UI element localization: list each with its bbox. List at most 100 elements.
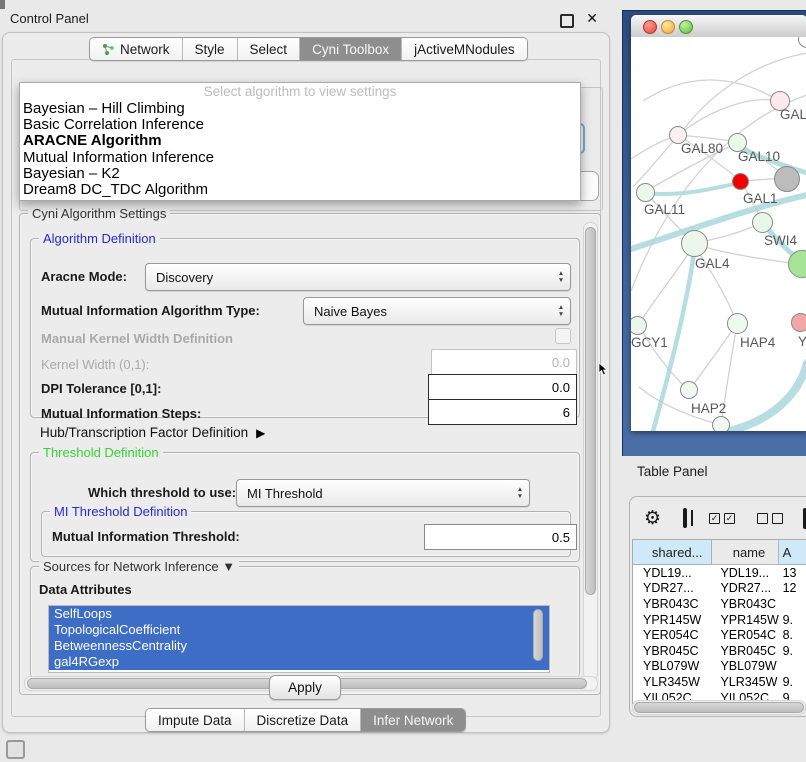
algorithm-definition-legend: Algorithm Definition bbox=[39, 231, 160, 246]
tab-style[interactable]: Style bbox=[183, 38, 238, 60]
apply-button[interactable]: Apply bbox=[269, 675, 341, 700]
network-node[interactable] bbox=[727, 313, 748, 334]
attribute-list-item[interactable]: BetweennessCentrality bbox=[49, 638, 549, 654]
zoom-traffic-light-icon[interactable] bbox=[679, 20, 693, 34]
aracne-mode-select[interactable]: Discovery ▲▼ bbox=[145, 263, 571, 291]
table-row[interactable]: YDR27... YDR27... 12 bbox=[633, 581, 806, 597]
network-window-titlebar[interactable] bbox=[631, 15, 806, 38]
network-node-label: Y bbox=[798, 334, 806, 349]
tab-infer-network[interactable]: Infer Network bbox=[361, 709, 465, 731]
network-node[interactable] bbox=[712, 416, 730, 431]
dropdown-item[interactable]: Mutual Information Inference bbox=[20, 150, 580, 166]
network-node[interactable] bbox=[636, 183, 655, 202]
data-attributes-list: SelfLoopsTopologicalCoefficientBetweenne… bbox=[48, 605, 550, 673]
settings-vertical-scrollbar[interactable] bbox=[583, 222, 598, 680]
threshold-definition-legend: Threshold Definition bbox=[39, 445, 163, 460]
table-row[interactable]: YDL19... YDL19... 13 bbox=[633, 565, 806, 581]
cell-name: YDR27... bbox=[712, 581, 778, 595]
bottom-tabs: Impute Data Discretize Data Infer Networ… bbox=[145, 708, 466, 732]
dropdown-item[interactable]: Dream8 DC_TDC Algorithm bbox=[20, 182, 580, 198]
tab-label: Select bbox=[250, 42, 288, 57]
network-tab-icon bbox=[102, 43, 115, 56]
control-panel-tabs: Network Style Select Cyni Toolbox jActiv… bbox=[89, 37, 528, 61]
dpi-tolerance-input[interactable]: 0.0 bbox=[428, 374, 577, 400]
table-rows: YDL19... YDL19... 13 YDR27... YDR27... 1… bbox=[633, 565, 806, 704]
mouse-cursor bbox=[598, 362, 610, 376]
kernel-width-input[interactable]: 0.0 bbox=[431, 349, 577, 375]
float-window-icon[interactable] bbox=[560, 14, 574, 28]
tab-discretize-data[interactable]: Discretize Data bbox=[245, 709, 362, 731]
network-node[interactable] bbox=[680, 381, 698, 399]
tab-label: Network bbox=[120, 42, 170, 57]
column-header-shared-name[interactable]: shared... bbox=[633, 540, 712, 565]
mi-threshold-input[interactable]: 0.5 bbox=[424, 524, 577, 550]
mi-steps-input[interactable]: 6 bbox=[428, 399, 577, 425]
table-row[interactable]: YBL079W YBL079W bbox=[633, 659, 806, 675]
table-row[interactable]: YPR145W YPR145W 9. bbox=[633, 612, 806, 628]
list-scrollbar[interactable] bbox=[532, 607, 544, 669]
deselect-all-checks-icon[interactable] bbox=[757, 513, 783, 524]
tab-label: Style bbox=[195, 42, 225, 57]
screenshot-root: Control Panel ✕ Network Style Select Cyn… bbox=[0, 0, 806, 762]
network-node[interactable] bbox=[732, 173, 749, 190]
tab-jactivemnodules[interactable]: jActiveMNodules bbox=[402, 38, 527, 60]
dropdown-item[interactable]: Bayesian – K2 bbox=[20, 166, 580, 182]
sources-group: Sources for Network Inference ▼ Data Att… bbox=[30, 566, 580, 677]
which-threshold-value: MI Threshold bbox=[237, 486, 511, 501]
table-row[interactable]: YBR043C YBR043C bbox=[633, 596, 806, 612]
network-node[interactable] bbox=[774, 166, 800, 192]
aracne-mode-value: Discovery bbox=[146, 270, 552, 285]
manual-kernel-checkbox[interactable] bbox=[555, 328, 571, 344]
cell-value: 9. bbox=[779, 644, 806, 658]
attribute-list-item[interactable]: SelfLoops bbox=[49, 606, 549, 622]
network-node[interactable] bbox=[752, 212, 773, 233]
table-horizontal-scrollbar[interactable] bbox=[632, 700, 806, 715]
cell-name: YBL079W bbox=[712, 659, 778, 673]
dropdown-item[interactable]: Bayesian – Hill Climbing bbox=[20, 101, 580, 117]
table-row[interactable]: YLR345W YLR345W 9. bbox=[633, 674, 806, 690]
cell-name: YPR145W bbox=[712, 613, 778, 627]
expanded-arrow-icon[interactable]: ▼ bbox=[222, 559, 235, 574]
network-node-label: GAL11 bbox=[644, 202, 685, 217]
table-panel-title: Table Panel bbox=[637, 464, 708, 479]
select-all-checks-icon[interactable]: ✓ ✓ bbox=[709, 513, 735, 524]
network-canvas[interactable]: GALGAL80GAL10GAL1GAL11SWI4GAL4GCY1HAP4YH… bbox=[631, 37, 806, 431]
aracne-mode-label: Aracne Mode: bbox=[41, 269, 127, 284]
which-threshold-label: Which threshold to use: bbox=[88, 485, 236, 500]
mi-threshold-legend: MI Threshold Definition bbox=[50, 504, 191, 519]
cyni-settings-legend: Cyni Algorithm Settings bbox=[28, 206, 170, 221]
network-node-label: HAP4 bbox=[740, 335, 775, 350]
table-row[interactable]: YER054C YER054C 8. bbox=[633, 627, 806, 643]
dropdown-item[interactable]: Basic Correlation Inference bbox=[20, 117, 580, 133]
mi-threshold-label: Mutual Information Threshold: bbox=[52, 529, 240, 544]
gear-icon[interactable]: ⚙ bbox=[644, 507, 661, 530]
close-traffic-light-icon[interactable] bbox=[643, 20, 657, 34]
which-threshold-select[interactable]: MI Threshold ▲▼ bbox=[236, 479, 530, 507]
tab-label: jActiveMNodules bbox=[414, 42, 515, 57]
network-node-label: HAP2 bbox=[691, 401, 726, 416]
cell-shared-name: YPR145W bbox=[633, 613, 712, 627]
column-header-name[interactable]: name bbox=[712, 540, 778, 565]
tab-label: Cyni Toolbox bbox=[312, 42, 389, 57]
minimize-traffic-light-icon[interactable] bbox=[661, 20, 675, 34]
hub-definition-toggle[interactable]: Hub/Transcription Factor Definition▶ bbox=[40, 425, 265, 440]
cell-shared-name: YER054C bbox=[633, 628, 712, 642]
network-node[interactable] bbox=[791, 313, 806, 332]
tab-select[interactable]: Select bbox=[238, 38, 301, 60]
dropdown-item[interactable]: ARACNE Algorithm bbox=[20, 133, 580, 149]
collapsed-panel-icon[interactable] bbox=[6, 740, 25, 759]
network-node[interactable] bbox=[631, 316, 647, 335]
network-node[interactable] bbox=[681, 230, 708, 257]
mi-type-select[interactable]: Naive Bayes ▲▼ bbox=[303, 297, 571, 325]
columns-icon[interactable] bbox=[683, 508, 687, 528]
attribute-list-item[interactable]: gal4RGexp bbox=[49, 654, 549, 670]
tab-network[interactable]: Network bbox=[90, 38, 183, 60]
tab-cyni-toolbox[interactable]: Cyni Toolbox bbox=[300, 38, 402, 60]
attribute-list-item[interactable]: TopologicalCoefficient bbox=[49, 622, 549, 638]
column-header-partial[interactable]: A bbox=[779, 540, 806, 565]
table-row[interactable]: YBR045C YBR045C 9. bbox=[633, 643, 806, 659]
cell-shared-name: YBL079W bbox=[633, 659, 712, 673]
close-icon[interactable]: ✕ bbox=[586, 10, 598, 27]
control-panel-window: Control Panel ✕ Network Style Select Cyn… bbox=[2, 8, 610, 733]
tab-impute-data[interactable]: Impute Data bbox=[146, 709, 245, 731]
